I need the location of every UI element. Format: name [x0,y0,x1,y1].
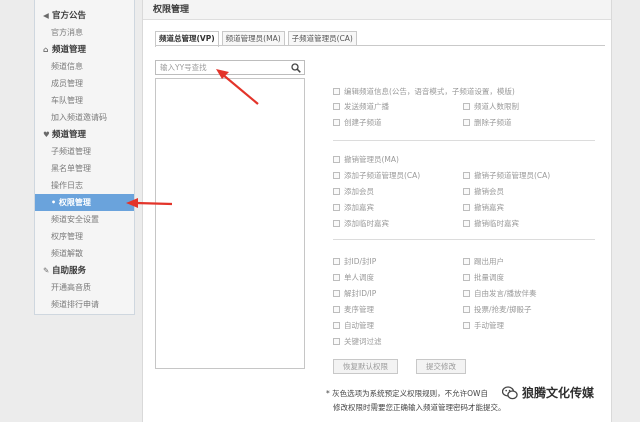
speaker-icon: ◀ [43,11,49,20]
sidebar-group-self-service[interactable]: ✎ 自助服务 [35,262,134,279]
perm-create-subchannel[interactable]: 创建子频道 [333,118,382,128]
perm-revoke-temp-guest[interactable]: 撤销临时嘉宾 [463,219,519,229]
perm-add-guest[interactable]: 添加嘉宾 [333,203,374,213]
divider [333,140,595,141]
search-icon[interactable] [291,63,301,73]
sidebar-item-team-manage[interactable]: 车队管理 [35,92,134,109]
watermark: 狼腾文化传媒 [502,384,594,402]
sidebar-item-channel-info[interactable]: 频道信息 [35,58,134,75]
tab-ma[interactable]: 频道管理员(MA) [221,31,285,46]
perm-free-speech[interactable]: 自由发言/播放伴奏 [463,289,537,299]
tab-ca[interactable]: 子频道管理员(CA) [287,31,357,46]
arrow-to-permission-item-icon [126,198,173,208]
sidebar-group-channel-manage[interactable]: ⌂ 频道管理 [35,41,134,58]
sidebar-item-security-settings[interactable]: 频道安全设置 [35,211,134,228]
sidebar-item-order-manage[interactable]: 权序管理 [35,228,134,245]
perm-batch-dispatch[interactable]: 批量调度 [463,273,504,283]
sidebar-item-member-manage[interactable]: 成员管理 [35,75,134,92]
location-icon: ♥ [43,130,50,139]
perm-add-member[interactable]: 添加会员 [333,187,374,197]
sidebar-item-operation-log[interactable]: 操作日志 [35,177,134,194]
perm-delete-subchannel[interactable]: 删除子频道 [463,118,512,128]
sidebar-item-subchannel-manage[interactable]: 子频道管理 [35,143,134,160]
sidebar-item-ranking-apply[interactable]: 频道排行申请 [35,296,134,313]
sidebar-item-official-news[interactable]: 官方消息 [35,24,134,41]
perm-send-broadcast[interactable]: 发送频道广播 [333,102,389,112]
perm-kick-user[interactable]: 踢出用户 [463,257,504,267]
perm-ban-id-ip[interactable]: 封ID/封IP [333,257,376,267]
perm-revoke-ma[interactable]: 撤销管理员(MA) [333,155,399,165]
main-panel: 权限管理 频道总管理(VP) 频道管理员(MA) 子频道管理员(CA) 编辑频道… [142,0,612,422]
perm-keyword-filter[interactable]: 关键词过滤 [333,337,382,347]
perm-unban-id-ip[interactable]: 解封ID/IP [333,289,376,299]
perm-manual-manage[interactable]: 手动管理 [463,321,504,331]
perm-revoke-member[interactable]: 撤销会员 [463,187,504,197]
perm-add-ca[interactable]: 添加子频道管理员(CA) [333,171,420,181]
wechat-icon [502,386,518,400]
restore-default-button[interactable]: 恢复默认权限 [333,359,398,374]
home-icon: ⌂ [43,45,49,54]
perm-auto-manage[interactable]: 自动管理 [333,321,374,331]
perm-add-temp-guest[interactable]: 添加临时嘉宾 [333,219,389,229]
page-title: 权限管理 [143,0,611,20]
perm-edit-channel-info[interactable]: 编辑频道信息(公告，语音模式，子频道设置，模版) [333,87,515,97]
tab-divider [155,45,605,46]
sidebar-item-invite-code[interactable]: 加入频道邀请码 [35,109,134,126]
sidebar-item-dissolve-channel[interactable]: 频道解散 [35,245,134,262]
sidebar-item-permission-manage[interactable]: • 权限管理 [35,194,134,211]
member-list[interactable] [155,78,305,369]
note-line-2: 修改权限时需要您正确输入频道管理密码才能提交。 [333,403,506,412]
perm-revoke-guest[interactable]: 撤销嘉宾 [463,203,504,213]
arrow-to-search-icon [216,69,259,105]
perm-single-dispatch[interactable]: 单人调度 [333,273,374,283]
divider [333,239,595,240]
note-line-1: * 灰色选项为系统预定义权限规则，不允许OW自 [326,389,488,398]
perm-vote-dice[interactable]: 投票/抢麦/掷骰子 [463,305,532,315]
role-tabs: 频道总管理(VP) 频道管理员(MA) 子频道管理员(CA) [155,31,360,47]
sidebar-item-hq-audio[interactable]: 开通高音质 [35,279,134,296]
submit-changes-button[interactable]: 提交修改 [416,359,466,374]
sidebar: ◀ 官方公告 官方消息 ⌂ 频道管理 频道信息 成员管理 车队管理 加入频道邀请码 … [34,0,135,315]
sidebar-item-blacklist[interactable]: 黑名单管理 [35,160,134,177]
perm-mic-order[interactable]: 麦序管理 [333,305,374,315]
sidebar-group-announcements[interactable]: ◀ 官方公告 [35,7,134,24]
perm-revoke-ca[interactable]: 撤销子频道管理员(CA) [463,171,550,181]
perm-channel-limit[interactable]: 频道人数限制 [463,102,519,112]
sidebar-group-channel-admin[interactable]: ♥ 频道管理 [35,126,134,143]
wrench-icon: ✎ [43,266,50,275]
